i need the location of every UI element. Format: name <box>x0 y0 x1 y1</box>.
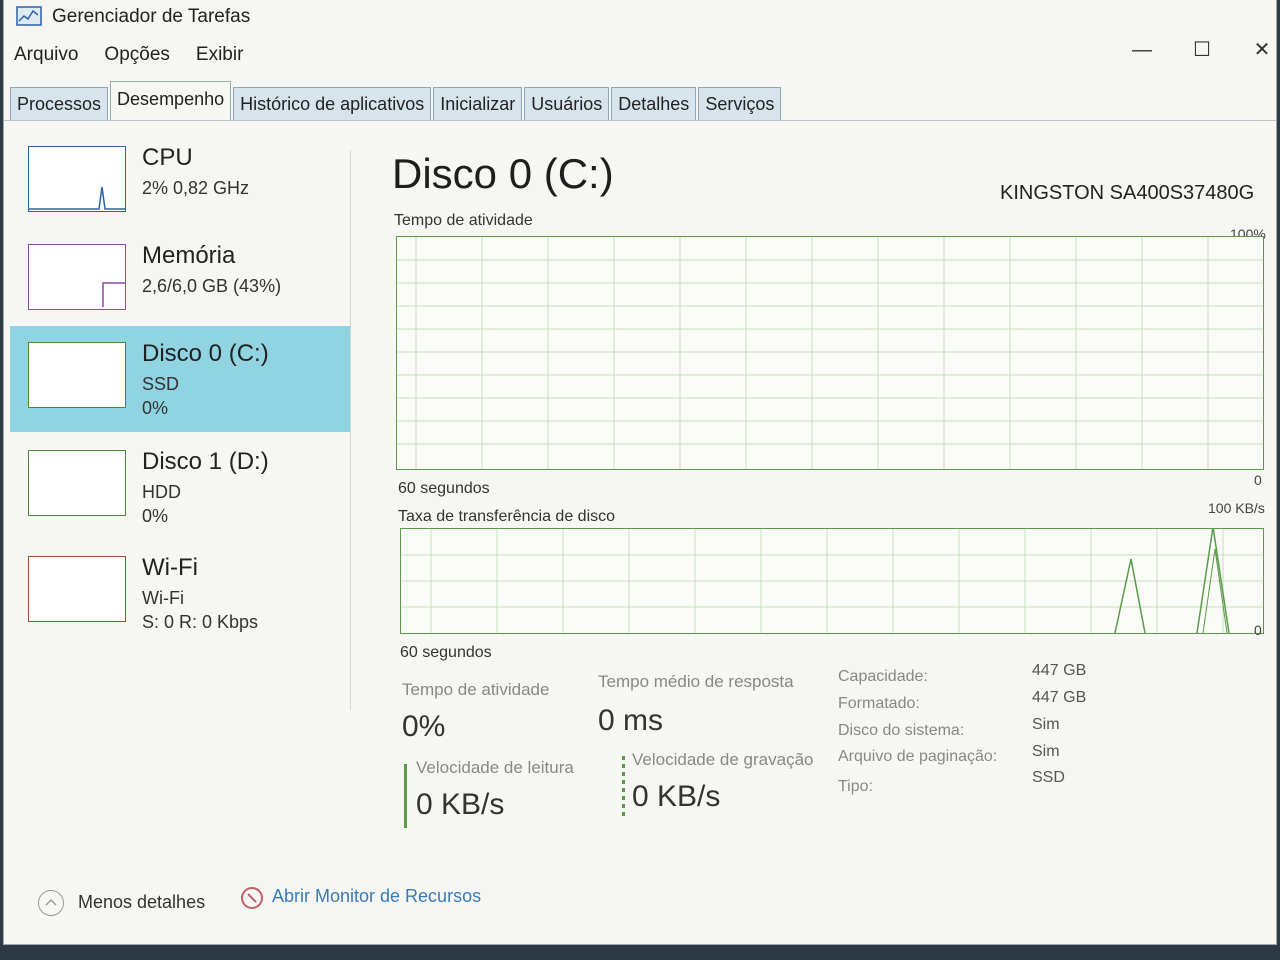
tab-detalhes[interactable]: Detalhes <box>611 87 697 120</box>
footer: Menos detalhes Abrir Monitor de Recursos <box>4 880 1276 920</box>
sidebar-divider <box>350 150 351 710</box>
activity-graph <box>396 236 1264 470</box>
chevron-up-icon[interactable] <box>38 890 64 916</box>
sidebar-item-type: HDD <box>142 482 181 502</box>
window-title: Gerenciador de Tarefas <box>52 6 251 27</box>
sidebar-item-usage: 0% <box>142 398 169 418</box>
capacity-label: Capacidade: <box>838 668 928 685</box>
menu-exibir[interactable]: Exibir <box>194 44 246 72</box>
sidebar-item-label: Disco 1 (D:) <box>142 448 269 475</box>
read-speed-label: Velocidade de leitura <box>416 758 574 777</box>
response-time-label: Tempo médio de resposta <box>598 672 794 691</box>
system-disk-label: Disco do sistema: <box>838 722 965 739</box>
type-value: SSD <box>1032 769 1065 786</box>
transfer-graph-label: Taxa de transferência de disco <box>398 508 616 525</box>
memory-graph-fill <box>102 282 125 307</box>
sidebar-item-type: Wi-Fi <box>142 588 184 608</box>
sidebar-item-usage: 0% <box>142 506 169 526</box>
resource-monitor-icon[interactable] <box>240 886 264 910</box>
sidebar-item-type: SSD <box>142 374 180 394</box>
cpu-graph-spike <box>29 186 125 210</box>
open-resource-monitor-link[interactable]: Abrir Monitor de Recursos <box>272 886 481 907</box>
tab-processos[interactable]: Processos <box>10 87 109 120</box>
memory-mini-graph <box>28 244 126 310</box>
write-speed-indicator <box>622 756 625 820</box>
capacity-value: 447 GB <box>1032 662 1087 679</box>
transfer-graph-grid <box>401 526 1263 634</box>
tab-historico[interactable]: Histórico de aplicativos <box>233 87 432 120</box>
read-speed-value: 0 KB/s <box>416 788 505 821</box>
menu-opcoes[interactable]: Opções <box>102 44 171 72</box>
resource-sidebar: CPU 2% 0,82 GHz Memória 2,6/6,0 GB (43%)… <box>10 130 350 650</box>
formatted-value: 447 GB <box>1032 689 1087 706</box>
wifi-mini-graph <box>28 556 126 622</box>
tab-desempenho[interactable]: Desempenho <box>110 81 232 120</box>
menu-bar: Arquivo Opções Exibir <box>12 44 245 72</box>
sidebar-item-memory[interactable]: Memória 2,6/6,0 GB (43%) <box>10 228 350 328</box>
transfer-graph <box>400 526 1264 634</box>
response-time-value: 0 ms <box>598 704 664 737</box>
tab-divider <box>4 120 1276 121</box>
activity-graph-label: Tempo de atividade <box>394 212 533 229</box>
sidebar-item-disk-0[interactable]: Disco 0 (C:) SSD 0% <box>10 326 350 432</box>
sidebar-item-label: CPU <box>142 144 193 171</box>
disk-model: KINGSTON SA400S37480G <box>1000 182 1255 204</box>
task-manager-window: Gerenciador de Tarefas — ☐ ✕ Arquivo Opç… <box>4 0 1276 944</box>
task-manager-icon <box>16 6 42 26</box>
activity-graph-min: 0 <box>1254 472 1262 488</box>
fewer-details-button[interactable]: Menos detalhes <box>78 892 205 913</box>
active-time-label: Tempo de atividade <box>402 680 550 699</box>
system-disk-value: Sim <box>1032 716 1060 733</box>
tab-servicos[interactable]: Serviços <box>698 87 782 120</box>
transfer-graph-duration: 60 segundos <box>400 644 492 661</box>
sidebar-item-label: Disco 0 (C:) <box>142 340 269 367</box>
sidebar-item-label: Wi-Fi <box>142 554 198 581</box>
activity-graph-duration: 60 segundos <box>398 480 490 497</box>
disk0-mini-graph <box>28 342 126 408</box>
sidebar-item-wifi[interactable]: Wi-Fi Wi-Fi S: 0 R: 0 Kbps <box>10 540 350 640</box>
write-speed-value: 0 KB/s <box>632 780 721 813</box>
maximize-button[interactable]: ☐ <box>1180 36 1224 64</box>
close-button[interactable]: ✕ <box>1240 36 1280 64</box>
read-speed-indicator <box>404 764 407 828</box>
sidebar-item-detail: 2,6/6,0 GB (43%) <box>142 276 282 296</box>
formatted-label: Formatado: <box>838 695 920 712</box>
transfer-spike <box>1114 558 1146 634</box>
page-title: Disco 0 (C:) <box>392 150 614 197</box>
minimize-button[interactable]: — <box>1120 36 1164 64</box>
tab-bar: Processos Desempenho Histórico de aplica… <box>10 80 783 120</box>
tab-usuarios[interactable]: Usuários <box>524 87 610 120</box>
transfer-graph-max: 100 KB/s <box>1208 500 1265 516</box>
title-bar: Gerenciador de Tarefas <box>4 0 1276 36</box>
disk1-mini-graph <box>28 450 126 516</box>
sidebar-item-label: Memória <box>142 242 236 269</box>
type-label: Tipo: <box>838 778 873 795</box>
page-file-label: Arquivo de paginação: <box>838 748 998 765</box>
page-file-value: Sim <box>1032 743 1060 760</box>
active-time-value: 0% <box>402 710 446 743</box>
sidebar-item-disk-1[interactable]: Disco 1 (D:) HDD 0% <box>10 434 350 534</box>
cpu-mini-graph <box>28 146 126 212</box>
sidebar-item-throughput: S: 0 R: 0 Kbps <box>142 612 259 632</box>
tab-inicializar[interactable]: Inicializar <box>433 87 523 120</box>
activity-graph-grid <box>397 237 1263 469</box>
menu-arquivo[interactable]: Arquivo <box>12 44 80 72</box>
write-speed-label: Velocidade de gravação <box>632 750 814 769</box>
sidebar-item-detail: 2% 0,82 GHz <box>142 178 250 198</box>
transfer-graph-min: 0 <box>1254 622 1262 638</box>
sidebar-item-cpu[interactable]: CPU 2% 0,82 GHz <box>10 130 350 230</box>
